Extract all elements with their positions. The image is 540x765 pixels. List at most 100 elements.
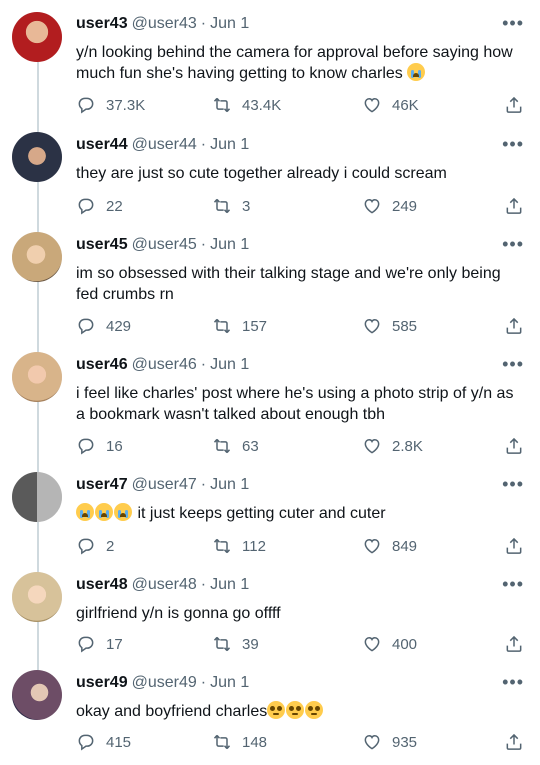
like-button[interactable]: 849 [362, 536, 417, 556]
reply-button[interactable]: 22 [76, 196, 123, 216]
tweet-date[interactable]: Jun 1 [210, 476, 249, 493]
share-icon [506, 733, 522, 750]
display-name[interactable]: user45 [76, 236, 128, 253]
avatar[interactable] [12, 12, 62, 62]
tweet-actions: 429 157 585 [76, 316, 528, 336]
share-button[interactable] [504, 536, 534, 556]
user-handle[interactable]: @user44 [132, 136, 197, 153]
like-button[interactable]: 46K [362, 95, 419, 115]
share-icon [506, 197, 522, 214]
heart-icon [364, 734, 380, 750]
user-handle[interactable]: @user47 [132, 476, 197, 493]
user-handle[interactable]: @user48 [132, 576, 197, 593]
more-options-icon[interactable]: ••• [502, 475, 524, 493]
like-button[interactable]: 2.8K [362, 436, 423, 456]
user-handle[interactable]: @user46 [132, 356, 197, 373]
tweet-actions: 22 3 249 [76, 196, 528, 216]
share-icon [506, 437, 522, 454]
share-button[interactable] [504, 316, 534, 336]
like-count: 849 [392, 537, 418, 555]
avatar[interactable] [12, 132, 62, 182]
user-handle[interactable]: @user43 [132, 15, 197, 32]
loudly-crying-emoji-icon [76, 503, 94, 521]
reply-button[interactable]: 16 [76, 436, 123, 456]
retweet-count: 39 [242, 635, 259, 653]
like-count: 935 [392, 733, 418, 751]
retweet-button[interactable]: 39 [212, 634, 259, 654]
retweet-icon [213, 438, 231, 454]
share-button[interactable] [504, 436, 534, 456]
display-name[interactable]: user44 [76, 136, 128, 153]
tweet-date[interactable]: Jun 1 [210, 356, 249, 373]
avatar[interactable] [12, 572, 62, 622]
display-name[interactable]: user47 [76, 476, 128, 493]
retweet-button[interactable]: 148 [212, 732, 267, 752]
display-name[interactable]: user46 [76, 356, 128, 373]
share-icon [506, 537, 522, 554]
reply-count: 2 [106, 537, 115, 555]
share-button[interactable] [504, 634, 534, 654]
tweet-actions: 2 112 849 [76, 536, 528, 556]
reply-count: 37.3K [106, 96, 146, 114]
tweet-text: they are just so cute together already i… [76, 165, 447, 182]
tweet-date[interactable]: Jun 1 [210, 236, 249, 253]
more-options-icon[interactable]: ••• [502, 575, 524, 593]
avatar[interactable] [12, 472, 62, 522]
loudly-crying-emoji-icon [407, 63, 426, 81]
heart-icon [364, 97, 380, 113]
reply-button[interactable]: 2 [76, 536, 114, 556]
retweet-button[interactable]: 43.4K [212, 95, 281, 115]
more-options-icon[interactable]: ••• [502, 235, 524, 253]
share-button[interactable] [504, 196, 534, 216]
tweet-actions: 16 63 2.8K [76, 436, 528, 456]
pleading-face-emoji-icon [305, 701, 324, 719]
user-handle[interactable]: @user45 [132, 236, 197, 253]
reply-button[interactable]: 415 [76, 732, 131, 752]
reply-icon [78, 538, 94, 555]
share-button[interactable] [504, 95, 534, 115]
user-handle[interactable]: @user49 [132, 674, 197, 691]
separator: · [200, 236, 207, 253]
reply-button[interactable]: 17 [76, 634, 123, 654]
separator: · [200, 356, 207, 373]
avatar[interactable] [12, 232, 62, 282]
display-name[interactable]: user48 [76, 576, 128, 593]
tweet-date[interactable]: Jun 1 [210, 15, 249, 32]
reply-icon [78, 318, 94, 335]
more-options-icon[interactable]: ••• [502, 14, 524, 32]
tweet-date[interactable]: Jun 1 [210, 576, 249, 593]
display-name[interactable]: user49 [76, 674, 128, 691]
more-options-icon[interactable]: ••• [502, 135, 524, 153]
retweet-icon [213, 636, 231, 652]
like-button[interactable]: 249 [362, 196, 417, 216]
tweet-date[interactable]: Jun 1 [210, 674, 249, 691]
separator: · [200, 476, 207, 493]
display-name[interactable]: user43 [76, 15, 128, 32]
reply-icon [78, 734, 94, 751]
reply-count: 17 [106, 635, 123, 653]
tweet-text: im so obsessed with their talking stage … [76, 265, 501, 303]
avatar[interactable] [12, 352, 62, 402]
like-button[interactable]: 585 [362, 316, 417, 336]
retweet-button[interactable]: 112 [212, 536, 266, 556]
reply-button[interactable]: 429 [76, 316, 131, 336]
like-button[interactable]: 400 [362, 634, 417, 654]
retweet-count: 112 [242, 537, 266, 555]
more-options-icon[interactable]: ••• [502, 355, 524, 373]
retweet-button[interactable]: 157 [212, 316, 267, 336]
retweet-button[interactable]: 3 [212, 196, 250, 216]
share-button[interactable] [504, 732, 534, 752]
share-icon [506, 96, 522, 113]
avatar[interactable] [12, 670, 62, 720]
share-icon [506, 635, 522, 652]
heart-icon [364, 438, 380, 454]
reply-count: 16 [106, 437, 123, 455]
tweet-date[interactable]: Jun 1 [210, 136, 249, 153]
retweet-button[interactable]: 63 [212, 436, 259, 456]
like-button[interactable]: 935 [362, 732, 417, 752]
thread: user43 @user43 · Jun 1 ••• y/n looking behi… [0, 0, 540, 765]
more-options-icon[interactable]: ••• [502, 673, 524, 691]
separator: · [200, 576, 207, 593]
reply-icon [78, 438, 94, 455]
reply-button[interactable]: 37.3K [76, 95, 145, 115]
